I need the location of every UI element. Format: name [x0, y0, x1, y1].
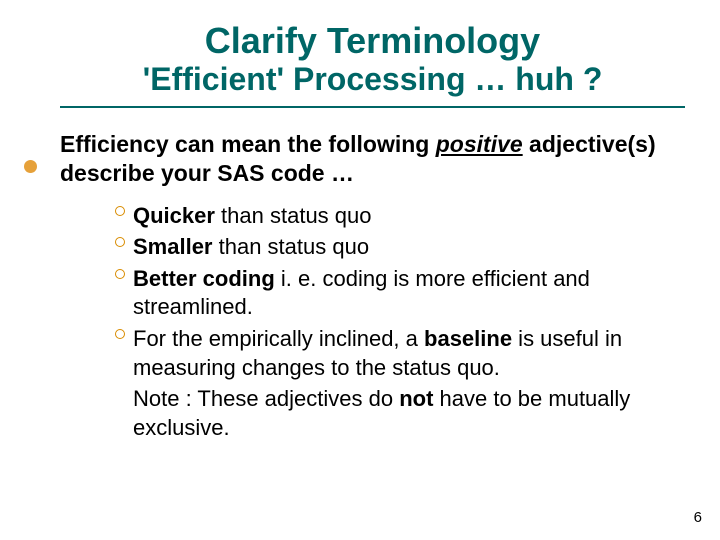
list-item-text: than status quo [213, 234, 370, 259]
hollow-bullet-icon [115, 206, 125, 216]
title-line-2: 'Efficient' Processing … huh ? [60, 61, 685, 98]
list-item: Quicker than status quo [115, 202, 685, 231]
lead-emph: positive [436, 131, 523, 157]
list-item-bold: baseline [424, 326, 512, 351]
note-bold: not [399, 386, 433, 411]
lead-bullet-icon [24, 160, 37, 173]
title-line-1: Clarify Terminology [60, 20, 685, 61]
list-item-text: than status quo [215, 203, 372, 228]
note-text-pre: Note : These adjectives do [133, 386, 399, 411]
slide: Clarify Terminology 'Efficient' Processi… [0, 0, 720, 540]
list-item: Smaller than status quo [115, 233, 685, 262]
title-underline [60, 106, 685, 108]
bullet-list: Quicker than status quo Smaller than sta… [115, 202, 685, 383]
hollow-bullet-icon [115, 269, 125, 279]
list-item: For the empirically inclined, a baseline… [115, 325, 685, 382]
list-item-bold: Smaller [133, 234, 213, 259]
list-item-text-pre: For the empirically inclined, a [133, 326, 424, 351]
list-item-bold: Better coding [133, 266, 275, 291]
list-item: Better coding i. e. coding is more effic… [115, 265, 685, 322]
slide-title: Clarify Terminology 'Efficient' Processi… [60, 20, 685, 98]
note-line: Note : These adjectives do not have to b… [115, 385, 685, 442]
lead-paragraph: Efficiency can mean the following positi… [60, 130, 685, 188]
lead-text-pre: Efficiency can mean the following [60, 131, 436, 157]
hollow-bullet-icon [115, 329, 125, 339]
page-number: 6 [694, 509, 702, 526]
hollow-bullet-icon [115, 237, 125, 247]
list-item-bold: Quicker [133, 203, 215, 228]
